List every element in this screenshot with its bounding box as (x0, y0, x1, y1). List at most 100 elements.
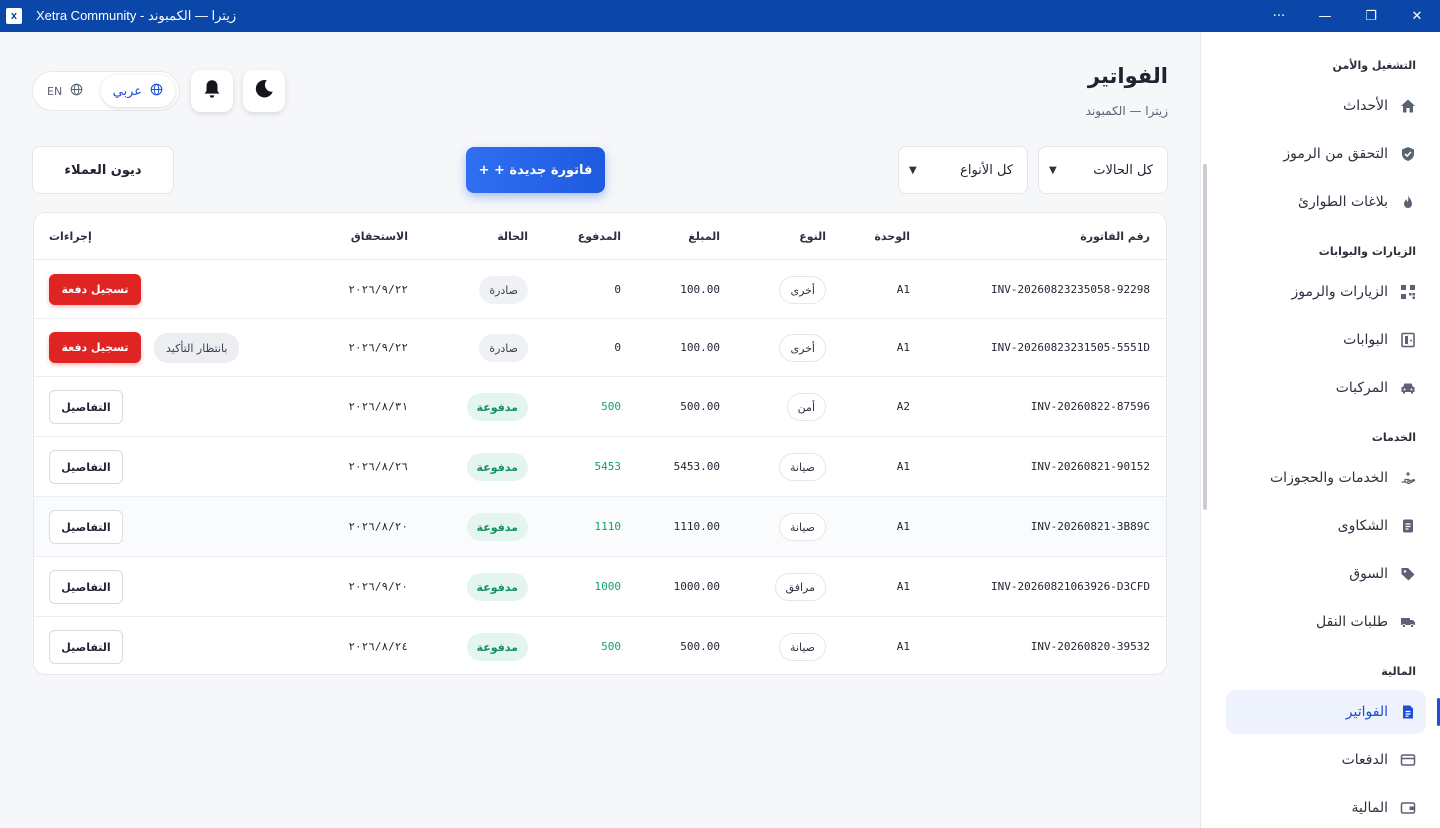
sidebar-item-label: الشكاوى (1337, 518, 1388, 534)
close-button[interactable]: ✕ (1394, 0, 1440, 32)
sidebar-item-invoices[interactable]: الفواتير (1226, 690, 1426, 734)
notifications-button[interactable] (191, 70, 233, 112)
sidebar-section-title: الزيارات والبوابات (1318, 245, 1416, 258)
page-subtitle: زيترا — الكمبوند (1085, 104, 1168, 118)
sidebar-item-label: التحقق من الرموز (1283, 146, 1388, 162)
status-badge: صادرة (479, 334, 528, 362)
sidebar-item-moving[interactable]: طلبات النقل (1226, 600, 1426, 644)
page-title: الفواتير (1087, 64, 1168, 88)
paid-amount: 0 (614, 341, 621, 354)
moon-icon (253, 78, 275, 104)
col-type: النوع (799, 230, 826, 243)
type-filter-select[interactable]: كل الأنواع ▼ (898, 146, 1028, 194)
amount: 500.00 (680, 640, 720, 653)
invoice-number: INV-20260821-90152 (1030, 460, 1150, 473)
sidebar-item-gates[interactable]: البوابات (1226, 318, 1426, 362)
paid-amount: 0 (614, 283, 621, 296)
lang-en-button[interactable]: EN (37, 76, 93, 106)
sidebar-item-emergency[interactable]: بلاغات الطوارئ (1226, 180, 1426, 224)
details-button[interactable]: التفاصيل (49, 450, 123, 484)
status-badge: مدفوعة (466, 453, 528, 481)
new-invoice-button[interactable]: + + فاتورة جديدة (466, 147, 605, 193)
col-amount: المبلغ (688, 230, 720, 243)
window-title: Xetra Community - زيترا — الكمبوند (36, 8, 237, 23)
type-badge: أمن (786, 393, 826, 421)
due-date: ٢٠٢٦/٨/٢٠ (348, 520, 408, 533)
amount: 100.00 (680, 283, 720, 296)
details-button[interactable]: التفاصيل (49, 570, 123, 604)
paid-amount: 5453 (594, 460, 622, 473)
theme-toggle-button[interactable] (243, 70, 285, 112)
type-badge: صيانة (779, 513, 826, 541)
amount: 5453.00 (673, 460, 720, 473)
sidebar-item-label: بلاغات الطوارئ (1298, 194, 1388, 210)
restore-button[interactable]: ❐ (1348, 0, 1394, 32)
col-paid: المدفوع (577, 230, 621, 243)
invoices-table: رقم الفاتورة الوحدة النوع المبلغ المدفوع… (33, 212, 1167, 675)
sidebar-item-events[interactable]: الأحداث (1226, 84, 1426, 128)
sidebar-item-services[interactable]: الخدمات والحجوزات (1226, 456, 1426, 500)
table-header: رقم الفاتورة الوحدة النوع المبلغ المدفوع… (34, 213, 1166, 260)
pending-confirmation-badge: بانتظار التأكيد (154, 333, 240, 363)
amount: 100.00 (680, 341, 720, 354)
wallet-icon (1400, 800, 1416, 816)
scrollbar-thumb[interactable] (1203, 164, 1207, 510)
sidebar-item-visits[interactable]: الزيارات والرموز (1226, 270, 1426, 314)
app-logo-icon: X (6, 8, 22, 24)
status-filter-select[interactable]: كل الحالات ▼ (1038, 146, 1168, 194)
unit: A1 (896, 341, 910, 354)
sidebar-item-token-verify[interactable]: التحقق من الرموز (1226, 132, 1426, 176)
sidebar: التشغيل والأمن الأحداث التحقق من الرموز … (1200, 32, 1440, 828)
sidebar-item-complaints[interactable]: الشكاوى (1226, 504, 1426, 548)
paid-amount: 1110 (594, 520, 622, 533)
paid-amount: 500 (601, 640, 621, 653)
more-options-button[interactable]: ··· (1256, 0, 1302, 32)
due-date: ٢٠٢٦/٨/٢٤ (348, 640, 408, 653)
due-date: ٢٠٢٦/٩/٢٢ (348, 283, 408, 296)
chevron-down-icon: ▼ (909, 164, 917, 176)
gate-icon (1400, 332, 1416, 348)
customer-debts-button[interactable]: ديون العملاء (32, 146, 174, 194)
globe-icon (70, 83, 83, 99)
globe-icon (150, 83, 163, 100)
sidebar-section-title: التشغيل والأمن (1332, 59, 1416, 72)
paid-amount: 500 (601, 400, 621, 413)
invoice-number: INV-20260821-3B89C (1030, 520, 1150, 533)
sidebar-item-label: الخدمات والحجوزات (1270, 470, 1388, 486)
details-button[interactable]: التفاصيل (49, 630, 123, 664)
minimize-button[interactable]: — (1302, 0, 1348, 32)
bell-icon (201, 78, 223, 104)
invoice-number: INV-20260821063926-D3CFD (991, 580, 1150, 593)
lang-en-label: EN (47, 84, 63, 98)
sidebar-item-vehicles[interactable]: المركبات (1226, 366, 1426, 410)
type-badge: مرافق (774, 573, 826, 601)
sidebar-item-label: الأحداث (1343, 98, 1388, 114)
sidebar-item-label: المركبات (1335, 380, 1388, 396)
lang-ar-button[interactable]: عربي (100, 75, 175, 107)
table-row: INV-20260823235058-92298 A1 أخرى 100.00 … (34, 261, 1166, 319)
table-row: INV-20260821-90152 A1 صيانة 5453.00 5453… (34, 437, 1166, 497)
home-icon (1400, 98, 1416, 114)
record-payment-button[interactable]: تسجيل دفعة (49, 332, 141, 363)
details-button[interactable]: التفاصيل (49, 510, 123, 544)
sidebar-item-label: الفواتير (1345, 704, 1388, 720)
sidebar-item-finance[interactable]: المالية (1226, 786, 1426, 828)
chevron-down-icon: ▼ (1049, 164, 1057, 176)
table-row: INV-20260822-87596 A2 أمن 500.00 500 مدف… (34, 377, 1166, 437)
col-actions: إجراءات (49, 230, 92, 243)
sidebar-item-market[interactable]: السوق (1226, 552, 1426, 596)
status-badge: مدفوعة (466, 573, 528, 601)
table-row: INV-20260821063926-D3CFD A1 مرافق 1000.0… (34, 557, 1166, 617)
record-payment-button[interactable]: تسجيل دفعة (49, 274, 141, 305)
details-button[interactable]: التفاصيل (49, 390, 123, 424)
sidebar-item-label: الدفعات (1341, 752, 1388, 768)
sidebar-item-payments[interactable]: الدفعات (1226, 738, 1426, 782)
col-unit: الوحدة (874, 230, 910, 243)
main-scrollbar[interactable] (1200, 164, 1210, 510)
window-controls: ··· — ❐ ✕ (1256, 0, 1440, 32)
table-row: INV-20260820-39532 A1 صيانة 500.00 500 م… (34, 617, 1166, 674)
invoice-number: INV-20260822-87596 (1030, 400, 1150, 413)
unit: A1 (896, 460, 910, 473)
status-badge: مدفوعة (466, 513, 528, 541)
window-titlebar: X Xetra Community - زيترا — الكمبوند ···… (0, 0, 1440, 32)
